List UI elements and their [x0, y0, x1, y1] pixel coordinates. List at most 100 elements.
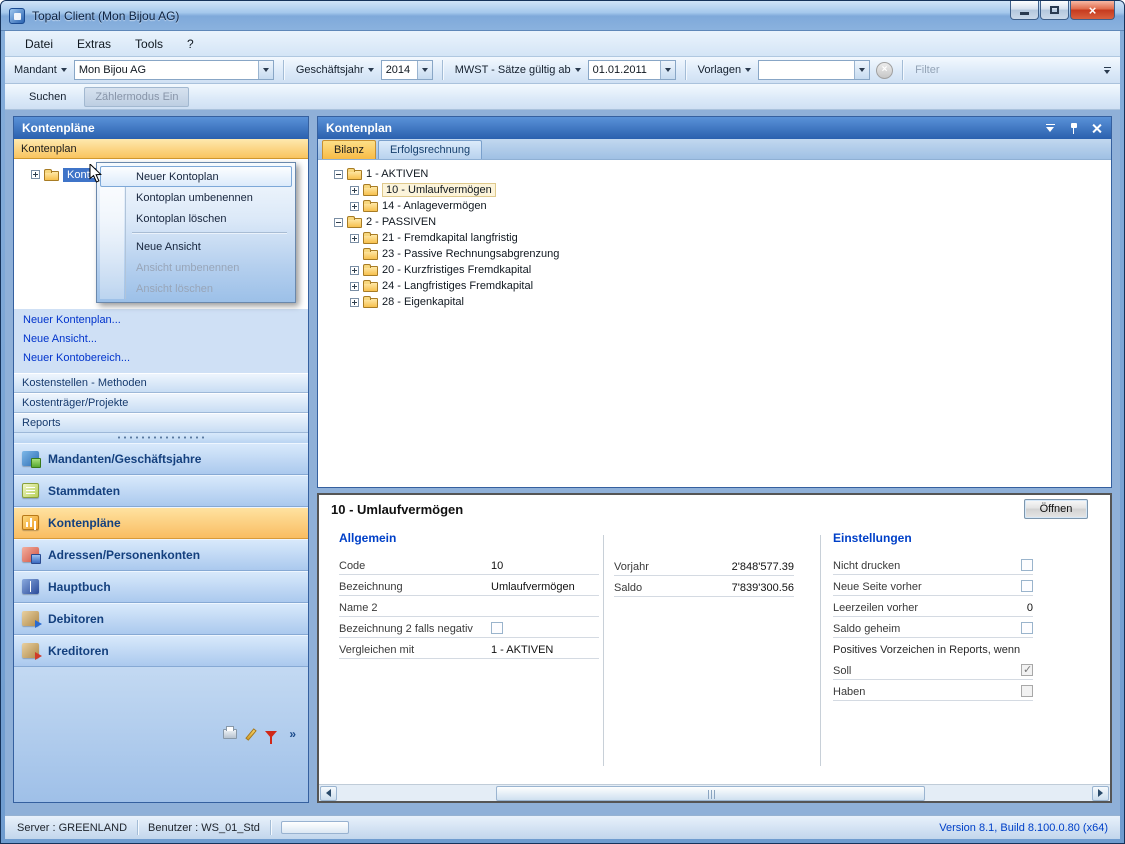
- scrollbar-thumb[interactable]: [496, 786, 925, 801]
- mandant-label: Mandant: [14, 64, 57, 76]
- context-kontoplan-loeschen[interactable]: Kontoplan löschen: [100, 208, 292, 229]
- nicht-drucken-checkbox[interactable]: [1021, 559, 1033, 571]
- allgemein-column: Allgemein Code 10 Bezeichnung Umlaufverm…: [339, 531, 599, 780]
- context-neue-ansicht[interactable]: Neue Ansicht: [100, 236, 292, 257]
- expander-icon[interactable]: [31, 170, 40, 179]
- section-reports[interactable]: Reports: [14, 413, 308, 433]
- tree-item-21-fremdkapital-langfristig[interactable]: 21 - Fremdkapital langfristig: [324, 230, 1105, 246]
- neue-seite-checkbox[interactable]: [1021, 580, 1033, 592]
- scroll-left-button[interactable]: [320, 786, 337, 801]
- expander-icon[interactable]: [350, 234, 359, 243]
- vorlagen-combo-button[interactable]: [854, 61, 869, 79]
- folder-icon: [363, 202, 378, 212]
- mandant-dropdown[interactable]: Mandant: [11, 64, 70, 76]
- menu-help[interactable]: ?: [177, 34, 204, 54]
- section-kostentraeger-projekte[interactable]: Kostenträger/Projekte: [14, 393, 308, 413]
- mwst-combobox[interactable]: 01.01.2011: [588, 60, 676, 80]
- nav-hauptbuch[interactable]: Hauptbuch: [14, 571, 308, 603]
- mwst-combo-button[interactable]: [660, 61, 675, 79]
- leerzeilen-value[interactable]: 0: [1027, 602, 1033, 616]
- nav-kreditoren[interactable]: Kreditoren: [14, 635, 308, 667]
- menu-tools[interactable]: Tools: [125, 34, 173, 54]
- link-neue-ansicht[interactable]: Neue Ansicht...: [23, 333, 299, 345]
- expander-icon[interactable]: [350, 186, 359, 195]
- tree-item-14-anlagevermoegen[interactable]: 14 - Anlagevermögen: [324, 198, 1105, 214]
- section-kostenstellen-methoden[interactable]: Kostenstellen - Methoden: [14, 373, 308, 393]
- chevron-down-icon: [368, 68, 374, 72]
- tree-item-24-langfristiges-fremdkapital[interactable]: 24 - Langfristiges Fremdkapital: [324, 278, 1105, 294]
- folder-icon: [44, 171, 59, 181]
- tree-item-10-umlaufvermoegen[interactable]: 10 - Umlaufvermögen: [324, 182, 1105, 198]
- tab-bilanz[interactable]: Bilanz: [322, 140, 376, 159]
- link-neuer-kontenplan[interactable]: Neuer Kontenplan...: [23, 314, 299, 326]
- mandant-combobox[interactable]: Mon Bijou AG: [74, 60, 274, 80]
- folder-icon: [363, 186, 378, 196]
- kontenplan-group-header[interactable]: Kontenplan: [14, 139, 308, 159]
- close-button[interactable]: [1070, 1, 1115, 20]
- saldo-geheim-checkbox[interactable]: [1021, 622, 1033, 634]
- edit-icon[interactable]: [246, 728, 257, 741]
- vorlagen-dropdown[interactable]: Vorlagen: [695, 64, 754, 76]
- expander-icon[interactable]: [350, 298, 359, 307]
- tab-erfolgsrechnung[interactable]: Erfolgsrechnung: [378, 140, 482, 159]
- scrollbar-track[interactable]: [338, 786, 1091, 801]
- suchen-button[interactable]: Suchen: [19, 87, 76, 107]
- expander-icon[interactable]: [350, 266, 359, 275]
- dropdown-icon[interactable]: [1044, 122, 1057, 135]
- kontenplan-tree: 1 - AKTIVEN 10 - Umlaufvermögen 14 - Anl…: [318, 160, 1111, 487]
- tree-item-2-passiven[interactable]: 2 - PASSIVEN: [324, 214, 1105, 230]
- filter-icon[interactable]: [265, 731, 277, 738]
- menu-extras[interactable]: Extras: [67, 34, 121, 54]
- menu-datei[interactable]: Datei: [15, 34, 63, 54]
- nav-debitoren[interactable]: Debitoren: [14, 603, 308, 635]
- pin-icon[interactable]: [1067, 122, 1080, 135]
- scroll-right-button[interactable]: [1092, 786, 1109, 801]
- secondary-toolbar: Suchen Zählermodus Ein: [5, 84, 1120, 110]
- statusbar-version: Version 8.1, Build 8.100.0.80 (x64): [939, 822, 1108, 834]
- close-panel-icon[interactable]: [1090, 122, 1103, 135]
- geschaeftsjahr-combobox[interactable]: 2014: [381, 60, 433, 80]
- expander-icon[interactable]: [334, 218, 343, 227]
- section-label: Reports: [22, 417, 61, 429]
- code-value[interactable]: 10: [491, 560, 599, 574]
- nav-mandanten-geschaeftsjahre[interactable]: Mandanten/Geschäftsjahre: [14, 443, 308, 475]
- vergleichen-value[interactable]: 1 - AKTIVEN: [491, 644, 599, 658]
- print-icon[interactable]: [223, 729, 237, 739]
- tree-item-1-aktiven[interactable]: 1 - AKTIVEN: [324, 166, 1105, 182]
- chevron-down-icon: [665, 68, 671, 72]
- minimize-button[interactable]: [1010, 1, 1039, 20]
- mwst-dropdown[interactable]: MWST - Sätze gültig ab: [452, 64, 584, 76]
- mandant-combo-button[interactable]: [258, 61, 273, 79]
- nav-splitter-handle[interactable]: [14, 433, 308, 443]
- link-neuer-kontobereich[interactable]: Neuer Kontobereich...: [23, 352, 299, 364]
- chevron-double-icon[interactable]: [289, 728, 296, 740]
- geschaeftsjahr-combo-button[interactable]: [417, 61, 432, 79]
- context-ansicht-loeschen: Ansicht löschen: [100, 278, 292, 299]
- horizontal-scrollbar[interactable]: [319, 784, 1110, 801]
- toolbar-overflow-button[interactable]: [1100, 59, 1114, 81]
- tree-item-23-passive-rechnungsabgrenzung[interactable]: 23 - Passive Rechnungsabgrenzung: [324, 246, 1105, 262]
- expander-icon[interactable]: [350, 202, 359, 211]
- expander-icon[interactable]: [350, 282, 359, 291]
- nav-stammdaten[interactable]: Stammdaten: [14, 475, 308, 507]
- context-neuer-kontoplan[interactable]: Neuer Kontoplan: [100, 166, 292, 187]
- nav-kontenplaene[interactable]: Kontenpläne: [14, 507, 308, 539]
- oeffnen-button[interactable]: Öffnen: [1024, 499, 1088, 519]
- folder-icon: [363, 266, 378, 276]
- folder-icon: [363, 250, 378, 260]
- context-ansicht-umbenennen: Ansicht umbenennen: [100, 257, 292, 278]
- app-icon: [9, 8, 25, 24]
- tree-item-28-eigenkapital[interactable]: 28 - Eigenkapital: [324, 294, 1105, 310]
- geschaeftsjahr-dropdown[interactable]: Geschäftsjahr: [293, 64, 377, 76]
- vorlagen-combobox[interactable]: [758, 60, 870, 80]
- tree-item-20-kurzfristiges-fremdkapital[interactable]: 20 - Kurzfristiges Fremdkapital: [324, 262, 1105, 278]
- maximize-button[interactable]: [1040, 1, 1069, 20]
- nav-adressen-personenkonten[interactable]: Adressen/Personenkonten: [14, 539, 308, 571]
- bezeichnung-value[interactable]: Umlaufvermögen: [491, 581, 599, 595]
- scroll-left-icon: [326, 789, 331, 797]
- titlebar[interactable]: Topal Client (Mon Bijou AG): [1, 1, 1124, 31]
- name2-value[interactable]: [491, 614, 599, 616]
- bezeichnung2-checkbox[interactable]: [491, 622, 503, 634]
- context-kontoplan-umbenennen[interactable]: Kontoplan umbenennen: [100, 187, 292, 208]
- expander-icon[interactable]: [334, 170, 343, 179]
